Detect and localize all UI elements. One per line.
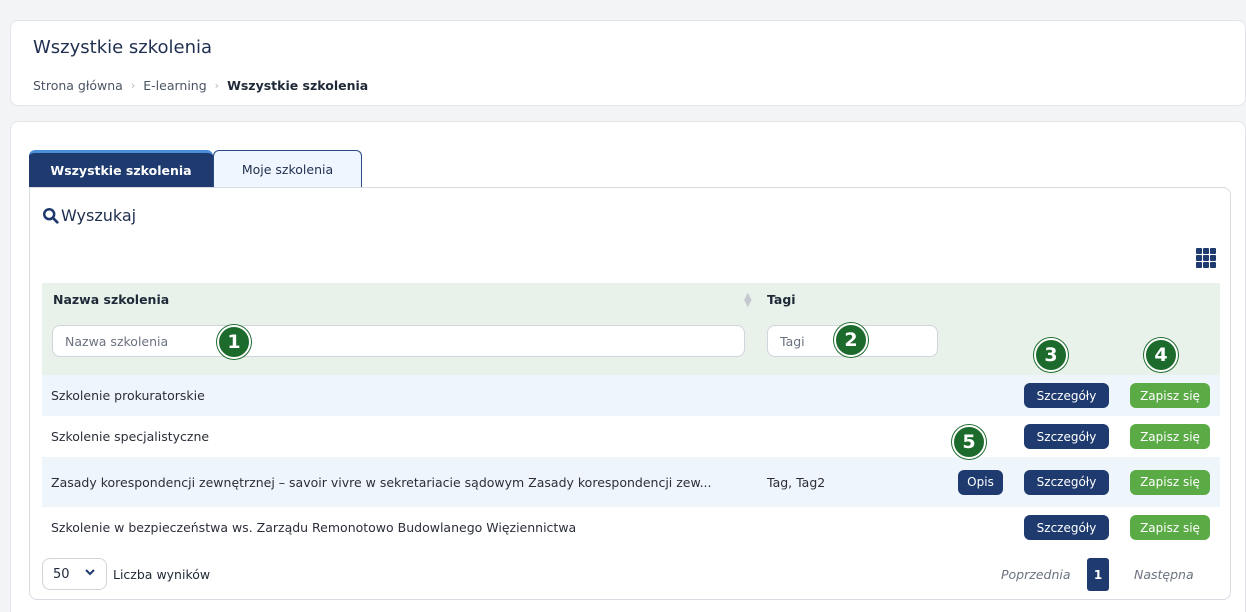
- sort-icon[interactable]: ▲ ▼: [744, 292, 752, 309]
- enroll-button[interactable]: Zapisz się: [1130, 515, 1210, 540]
- search-toggle[interactable]: Wyszukaj: [42, 206, 136, 225]
- annotation-badge-3: 3: [1034, 338, 1068, 372]
- annotation-badge-5: 5: [952, 425, 986, 459]
- search-label: Wyszukaj: [61, 206, 137, 225]
- training-tags: Tag, Tag2: [767, 474, 826, 490]
- search-icon: [42, 207, 59, 224]
- details-button[interactable]: Szczegóły: [1024, 383, 1109, 408]
- training-name: Szkolenie specjalistyczne: [51, 429, 210, 444]
- details-button[interactable]: Szczegóły: [1024, 424, 1109, 449]
- annotation-badge-1: 1: [217, 325, 251, 359]
- breadcrumb-home-link[interactable]: Strona główna: [33, 78, 123, 93]
- breadcrumb-separator: ›: [130, 79, 136, 92]
- pagination-page-current[interactable]: 1: [1087, 558, 1109, 591]
- column-header-tags: Tagi: [767, 292, 796, 307]
- page-size-select[interactable]: 50: [42, 558, 107, 590]
- enroll-button[interactable]: Zapisz się: [1130, 469, 1210, 495]
- pagination-next[interactable]: Następna: [1134, 567, 1194, 582]
- training-name: Szkolenie prokuratorskie: [51, 388, 205, 403]
- tab-all-trainings[interactable]: Wszystkie szkolenia: [29, 150, 213, 188]
- table-row: Zasady korespondencji zewnętrznej – savo…: [42, 457, 1220, 507]
- breadcrumb: Strona główna › E-learning › Wszystkie s…: [33, 78, 368, 93]
- enroll-button[interactable]: Zapisz się: [1130, 424, 1210, 449]
- breadcrumb-elearning-link[interactable]: E-learning: [143, 78, 206, 93]
- page-header: Wszystkie szkolenia Strona główna › E-le…: [10, 20, 1246, 106]
- breadcrumb-current: Wszystkie szkolenia: [227, 78, 369, 93]
- page-title: Wszystkie szkolenia: [33, 37, 213, 58]
- table-row: Szkolenie w bezpieczeństwa ws. Zarządu R…: [42, 507, 1220, 548]
- pagination-previous[interactable]: Poprzednia: [1001, 567, 1071, 582]
- description-button[interactable]: Opis: [958, 469, 1003, 495]
- training-name: Szkolenie w bezpieczeństwa ws. Zarządu R…: [51, 520, 577, 535]
- breadcrumb-separator: ›: [214, 79, 220, 92]
- main-card: Wszystkie szkolenia Moje szkolenia Wyszu…: [10, 121, 1246, 612]
- page-size-label: Liczba wyników: [113, 567, 211, 582]
- training-name: Zasady korespondencji zewnętrznej – savo…: [51, 474, 712, 490]
- grid-icon[interactable]: [1196, 248, 1216, 268]
- tab-panel: Wyszukaj Nazwa szkolenia ▲▼ Tagi Szkolen…: [29, 187, 1231, 600]
- column-header-name[interactable]: Nazwa szkolenia: [53, 292, 169, 307]
- chevron-down-icon: [85, 569, 95, 576]
- details-button[interactable]: Szczegóły: [1024, 515, 1109, 540]
- table-row: Szkolenie specjalistyczne Szczegóły Zapi…: [42, 416, 1220, 457]
- name-filter-input[interactable]: [52, 325, 745, 357]
- details-button[interactable]: Szczegóły: [1024, 469, 1109, 495]
- enroll-button[interactable]: Zapisz się: [1130, 383, 1210, 408]
- tab-my-trainings[interactable]: Moje szkolenia: [213, 150, 362, 188]
- table-row: Szkolenie prokuratorskie Szczegóły Zapis…: [42, 375, 1220, 416]
- annotation-badge-4: 4: [1144, 338, 1178, 372]
- page-size-value: 50: [53, 566, 70, 582]
- annotation-badge-2: 2: [834, 323, 868, 357]
